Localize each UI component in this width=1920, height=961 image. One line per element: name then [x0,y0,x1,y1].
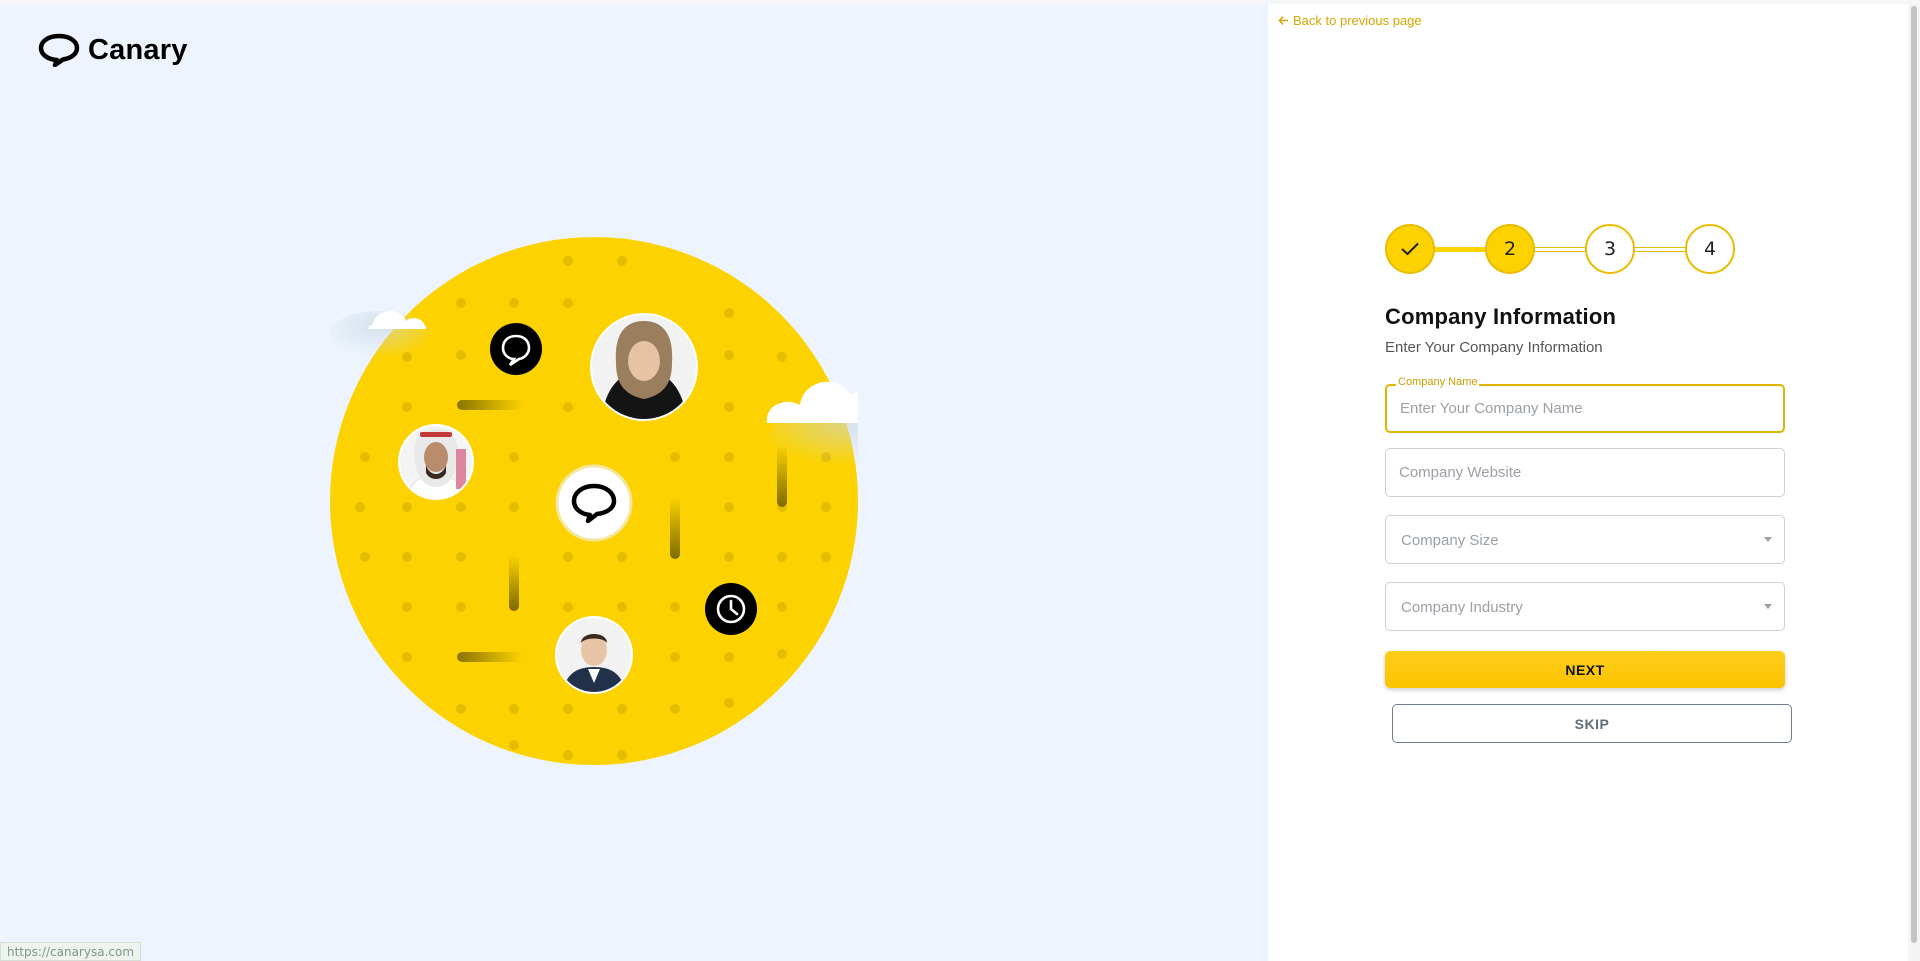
company-size-placeholder: Company Size [1401,532,1499,549]
step-3[interactable]: 3 [1585,224,1635,274]
company-website-field[interactable] [1385,448,1785,497]
step-4[interactable]: 4 [1685,224,1735,274]
step-2-current[interactable]: 2 [1485,224,1535,274]
cloud-left [330,310,428,363]
center-logo-icon [555,464,633,542]
company-industry-select[interactable]: Company Industry [1385,582,1785,631]
status-url: https://canarysa.com [0,942,142,961]
next-button[interactable]: NEXT [1385,651,1785,688]
clock-icon [705,583,757,635]
company-name-input[interactable] [1387,386,1783,431]
company-website-input[interactable] [1386,449,1784,496]
form-subtitle: Enter Your Company Information [1385,339,1603,356]
back-link-label: Back to previous page [1293,13,1422,28]
back-link[interactable]: Back to previous page [1278,13,1422,28]
scrollbar-thumb[interactable] [1911,6,1917,943]
company-industry-placeholder: Company Industry [1401,599,1523,616]
brand-name: Canary [88,33,188,66]
step-connector-2 [1533,247,1587,252]
form-panel: Back to previous page 2 3 4 Company Info… [1268,4,1920,961]
chevron-down-icon [1764,604,1772,609]
company-size-select[interactable]: Company Size [1385,515,1785,564]
illustration-panel: Canary https://canarysa.com [0,4,1268,961]
progress-stepper: 2 3 4 [1385,224,1735,276]
check-icon [1401,242,1419,256]
chevron-down-icon [1764,537,1772,542]
company-name-label: Company Name [1396,376,1480,388]
step-connector-3 [1633,247,1687,252]
speech-bubble-icon [38,33,80,67]
skip-button[interactable]: SKIP [1392,704,1792,743]
communication-illustration [330,237,858,765]
company-name-field[interactable]: Company Name [1385,376,1785,433]
chat-bubble-icon [490,323,542,375]
arrow-left-icon [1278,15,1288,26]
brand-logo[interactable]: Canary [38,33,188,67]
form-title: Company Information [1385,304,1617,329]
step-1-completed[interactable] [1385,224,1435,274]
step-connector-1 [1433,247,1487,252]
page-scrollbar[interactable] [1908,4,1920,961]
